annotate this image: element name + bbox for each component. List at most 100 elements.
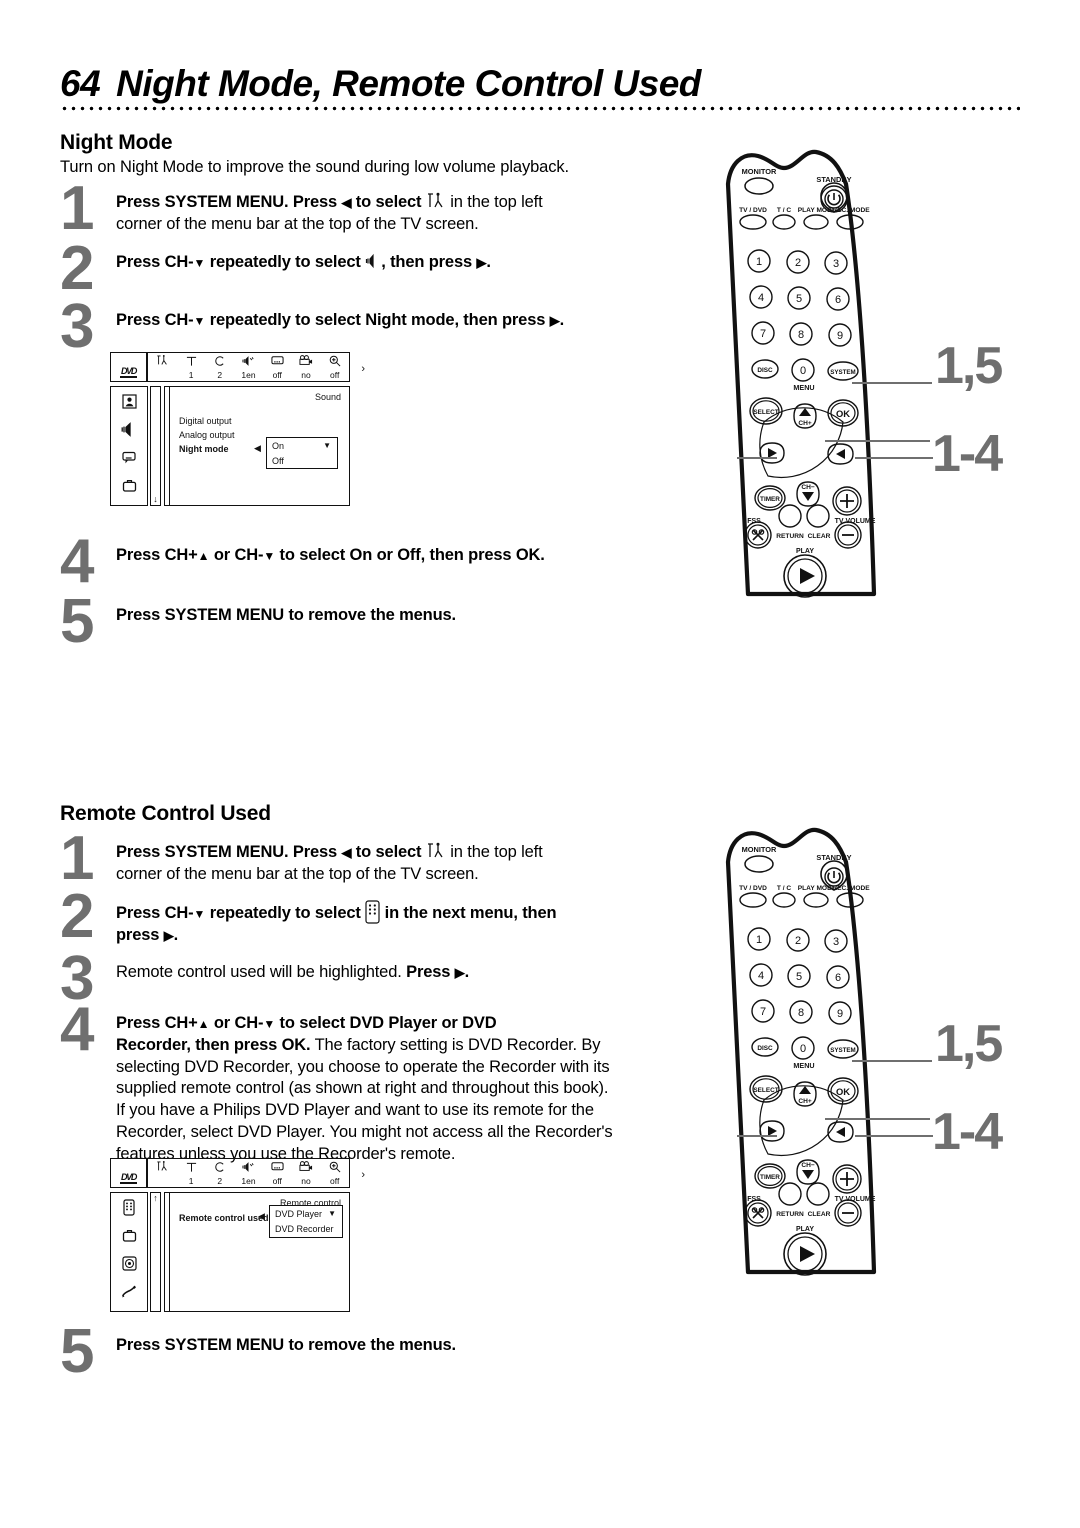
menu-col-angle[interactable]: no bbox=[292, 353, 321, 381]
svg-text:OK: OK bbox=[836, 408, 850, 419]
menu-col-angle[interactable]: no bbox=[292, 1159, 321, 1187]
tv-menu-main-inner: Remote control Remote control used ◀ DVD… bbox=[169, 1193, 347, 1311]
down-arrow-icon bbox=[194, 904, 206, 922]
remote-used-dropdown[interactable]: DVD Player DVD Recorder ▼ bbox=[269, 1205, 343, 1238]
svg-text:1: 1 bbox=[756, 256, 762, 268]
menu-row-analog-output[interactable]: Analog output bbox=[179, 428, 235, 442]
menu-bar-more-arrow[interactable]: › bbox=[361, 1170, 365, 1181]
remote-step-2-e: . bbox=[173, 925, 179, 944]
callout-top-nav: 1-4 bbox=[932, 425, 1003, 483]
svg-text:DISC: DISC bbox=[757, 367, 773, 374]
svg-text:4: 4 bbox=[758, 292, 764, 304]
language-bubble-icon[interactable] bbox=[121, 449, 138, 466]
tools-icon bbox=[156, 354, 169, 367]
night-step-3-number: 3 bbox=[60, 292, 94, 361]
camera-angle-icon bbox=[299, 354, 313, 367]
remote-step-4-text: Press CH+ or CH- to select DVD Player or… bbox=[116, 1013, 616, 1165]
svg-text:MONITOR: MONITOR bbox=[742, 167, 777, 176]
callout-line-bottom-system bbox=[852, 1060, 932, 1063]
wrench-icon[interactable] bbox=[121, 1283, 138, 1300]
svg-text:1: 1 bbox=[756, 934, 762, 946]
night-step-2-d: . bbox=[486, 253, 491, 271]
menu-col-title-value: 1 bbox=[188, 1175, 194, 1186]
night-step-3-c: . bbox=[559, 311, 565, 329]
menu-col-title[interactable]: 1 bbox=[177, 353, 206, 381]
menu-col-zoom[interactable]: off bbox=[320, 353, 349, 381]
menu-row-digital-output[interactable]: Digital output bbox=[179, 414, 235, 428]
title-T-icon bbox=[186, 354, 197, 367]
menu-col-zoom[interactable]: off bbox=[320, 1159, 349, 1187]
remote-step-4-c: to select DVD Player or DVD bbox=[275, 1014, 497, 1032]
night-step-2-c: , then press bbox=[381, 253, 477, 271]
menu-col-audio-value: 1en bbox=[241, 1175, 256, 1186]
remote-step-1-d: corner of the menu bar at the top of the… bbox=[116, 864, 479, 883]
section-title-night-mode: Night Mode bbox=[60, 131, 173, 154]
remote-step-5-text: Press SYSTEM MENU to remove the menus. bbox=[116, 1335, 456, 1357]
menu-row-remote-control-used[interactable]: Remote control used bbox=[179, 1211, 269, 1225]
tv-menu-bar: DVD 1 2 1en off no off bbox=[110, 1158, 350, 1188]
menu-col-title-value: 1 bbox=[188, 369, 194, 380]
features-box-icon[interactable] bbox=[121, 1227, 138, 1244]
tv-menu-scrollbar[interactable]: ↑ bbox=[150, 1192, 161, 1312]
remote-step-1-b: to select bbox=[351, 843, 426, 861]
menu-col-audio-value: 1en bbox=[241, 369, 256, 380]
menu-bar-more-arrow[interactable]: › bbox=[361, 364, 365, 375]
callout-bottom-system: 1,5 bbox=[935, 1015, 1003, 1073]
night-step-4-a: Press CH+ bbox=[116, 546, 198, 564]
features-box-icon[interactable] bbox=[121, 477, 138, 494]
svg-text:TIMER: TIMER bbox=[760, 1174, 780, 1181]
dropdown-option-dvd-recorder[interactable]: DVD Recorder bbox=[270, 1221, 342, 1236]
night-step-1-text: Press SYSTEM MENU. Press to select in th… bbox=[116, 192, 543, 236]
remote-step-3-text: Remote control used will be highlighted.… bbox=[116, 962, 469, 984]
menu-col-chapter[interactable]: 2 bbox=[205, 353, 234, 381]
tv-menu-sound: DVD 1 2 1en off no off › ↓ Sound Digital… bbox=[110, 352, 365, 510]
tv-menu-scrollbar[interactable]: ↓ bbox=[150, 386, 161, 506]
svg-text:SYSTEM: SYSTEM bbox=[830, 1047, 855, 1054]
disc-icon[interactable] bbox=[121, 1255, 138, 1272]
left-arrow-icon bbox=[342, 193, 352, 211]
remote-control-icon[interactable] bbox=[121, 1199, 138, 1216]
menu-col-subtitle[interactable]: off bbox=[263, 353, 292, 381]
menu-col-angle-value: no bbox=[301, 1175, 311, 1186]
svg-text:MENU: MENU bbox=[793, 383, 814, 392]
night-step-3-a: Press CH- bbox=[116, 311, 194, 329]
svg-text:REC. MODE: REC. MODE bbox=[832, 885, 870, 892]
dvd-logo: DVD bbox=[111, 1159, 147, 1187]
up-arrow-icon bbox=[198, 546, 210, 564]
chevron-down-icon: ▼ bbox=[323, 441, 331, 450]
svg-text:6: 6 bbox=[835, 972, 841, 984]
menu-col-tools[interactable] bbox=[148, 1159, 177, 1187]
svg-text:CH+: CH+ bbox=[798, 420, 812, 427]
menu-col-audio[interactable]: 1en bbox=[234, 1159, 263, 1187]
tools-icon bbox=[156, 1160, 169, 1173]
svg-text:PLAY: PLAY bbox=[796, 548, 814, 555]
night-step-4-c: to select On or Off, then press OK. bbox=[275, 546, 545, 564]
menu-col-title[interactable]: 1 bbox=[177, 1159, 206, 1187]
menu-col-subtitle[interactable]: off bbox=[263, 1159, 292, 1187]
tv-menu-bar-columns: 1 2 1en off no off bbox=[147, 353, 349, 381]
night-step-5-b: to remove the menus. bbox=[284, 606, 456, 624]
callout-line-bottom-nav-left bbox=[737, 1135, 777, 1138]
sound-speaker-icon[interactable] bbox=[121, 421, 138, 438]
menu-col-subtitle-value: off bbox=[272, 369, 282, 380]
svg-text:CLEAR: CLEAR bbox=[808, 1211, 831, 1218]
night-step-2-b: repeatedly to select bbox=[205, 253, 366, 271]
remote-step-1-a: Press SYSTEM MENU. Press bbox=[116, 843, 342, 861]
right-arrow-icon bbox=[550, 311, 560, 329]
svg-text:OK: OK bbox=[836, 1086, 850, 1097]
dropdown-option-off[interactable]: Off bbox=[267, 453, 337, 468]
callout-line-top-nav-left bbox=[737, 457, 777, 460]
menu-col-tools[interactable] bbox=[148, 353, 177, 381]
svg-text:7: 7 bbox=[760, 328, 766, 340]
subtitle-icon bbox=[271, 354, 284, 367]
menu-col-audio[interactable]: 1en bbox=[234, 353, 263, 381]
menu-col-chapter[interactable]: 2 bbox=[205, 1159, 234, 1187]
right-arrow-icon bbox=[164, 926, 174, 944]
night-step-1-number: 1 bbox=[60, 174, 94, 243]
menu-row-night-mode[interactable]: Night mode bbox=[179, 442, 235, 456]
svg-text:2: 2 bbox=[795, 257, 801, 269]
remote-step-4-d: Recorder, then press OK. bbox=[116, 1035, 311, 1054]
picture-icon[interactable] bbox=[121, 393, 138, 410]
night-step-5-text: Press SYSTEM MENU to remove the menus. bbox=[116, 605, 456, 627]
night-mode-dropdown[interactable]: On Off ▼ bbox=[266, 437, 338, 469]
